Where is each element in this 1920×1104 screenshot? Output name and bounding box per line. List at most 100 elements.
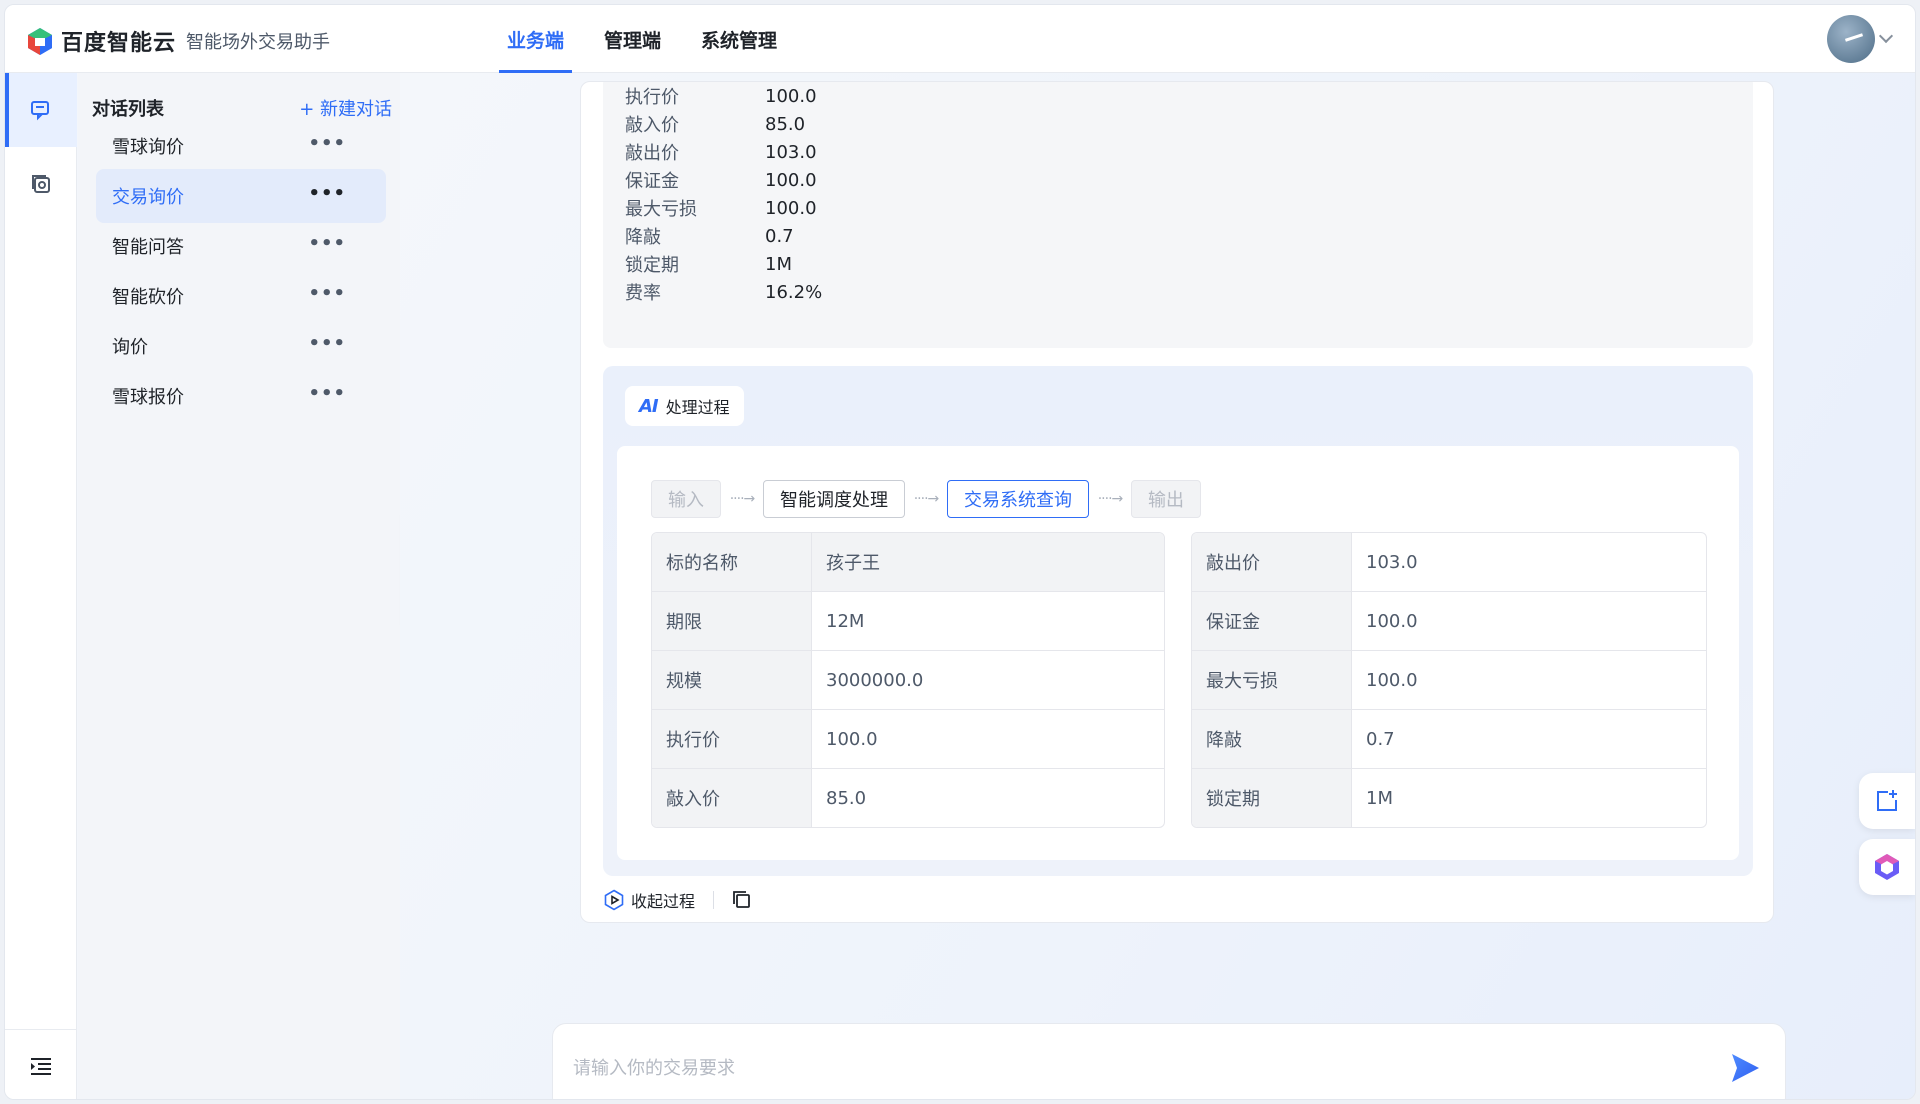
- table-value: 103.0: [1366, 551, 1418, 573]
- hexagon-logo-icon: [1875, 854, 1899, 880]
- param-key: 锁定期: [625, 255, 679, 276]
- process-panel: AI 处理过程 输入 ····→ 智能调度处理 ····→ 交易系统查询 ···…: [603, 366, 1753, 876]
- table-row: 敲入价 85.0: [652, 769, 1164, 827]
- conversation-item[interactable]: 智能砍价 •••: [96, 269, 386, 323]
- table-value: 85.0: [826, 787, 867, 809]
- table-row: 锁定期 1M: [1192, 769, 1706, 827]
- conversation-list-header: 对话列表 + 新建对话: [92, 95, 392, 121]
- more-icon[interactable]: •••: [308, 133, 346, 154]
- param-row: 锁定期 1M: [625, 250, 1753, 278]
- assistant-launcher-button[interactable]: [1859, 839, 1915, 895]
- param-row: 最大亏损 100.0: [625, 194, 1753, 222]
- copy-icon[interactable]: [732, 890, 752, 910]
- param-value: 16.2%: [765, 281, 823, 303]
- message-actions: 收起过程: [603, 888, 752, 912]
- table-value: 100.0: [1366, 610, 1418, 632]
- conversation-item[interactable]: 雪球报价 •••: [96, 369, 386, 423]
- rail-menu-toggle[interactable]: [5, 1029, 77, 1099]
- conversation-item[interactable]: 询价 •••: [96, 319, 386, 373]
- more-icon[interactable]: •••: [308, 333, 346, 354]
- table-key: 降敲: [1192, 710, 1352, 768]
- conversation-item-label: 雪球报价: [112, 387, 184, 408]
- table-value: 0.7: [1366, 728, 1395, 750]
- step-input[interactable]: 输入: [651, 480, 721, 518]
- chat-icon: [31, 101, 49, 121]
- param-value: 100.0: [765, 197, 817, 219]
- baidu-cloud-logo-icon: [28, 28, 52, 55]
- dotted-arrow-icon: ····→: [729, 491, 756, 507]
- chat-main: 执行价 100.0 敲入价 85.0 敲出价 103.0 保证金 100.0 最大亏损 1…: [400, 73, 1915, 1099]
- rail-history[interactable]: [5, 147, 77, 221]
- table-value: 3000000.0: [826, 669, 924, 691]
- chevron-down-icon[interactable]: [1878, 28, 1894, 44]
- param-row: 费率 16.2%: [625, 278, 1753, 306]
- table-key: 敲出价: [1192, 533, 1352, 591]
- step-dispatch[interactable]: 智能调度处理: [763, 480, 905, 518]
- message-input[interactable]: [573, 1048, 1693, 1088]
- more-icon[interactable]: •••: [308, 183, 346, 204]
- param-key: 费率: [625, 283, 661, 304]
- table-row: 敲出价 103.0: [1192, 533, 1706, 592]
- conversation-item-label: 雪球询价: [112, 137, 184, 158]
- conversation-item[interactable]: 智能问答 •••: [96, 219, 386, 273]
- more-icon[interactable]: •••: [308, 283, 346, 304]
- param-key: 最大亏损: [625, 199, 697, 220]
- table-value: 孩子王: [812, 533, 1164, 591]
- step-output[interactable]: 输出: [1131, 480, 1201, 518]
- logo[interactable]: 百度智能云 智能场外交易助手: [25, 25, 330, 57]
- param-value: 100.0: [765, 85, 817, 107]
- table-key: 规模: [652, 651, 812, 709]
- brand-name: 百度智能云: [61, 31, 177, 56]
- param-value: 100.0: [765, 169, 817, 191]
- param-key: 保证金: [625, 171, 679, 192]
- table-row: 降敲 0.7: [1192, 710, 1706, 769]
- process-detail: 输入 ····→ 智能调度处理 ····→ 交易系统查询 ····→ 输出 标的…: [617, 446, 1739, 860]
- more-icon[interactable]: •••: [308, 233, 346, 254]
- play-hexagon-icon: [604, 889, 624, 911]
- table-row: 期限 12M: [652, 592, 1164, 651]
- new-window-button[interactable]: [1859, 773, 1915, 829]
- tab-system-admin[interactable]: 系统管理: [693, 5, 785, 73]
- result-table-right: 敲出价 103.0 保证金 100.0 最大亏损 100.0 降敲 0.7 锁定期 1M: [1191, 532, 1707, 828]
- param-key: 敲入价: [625, 115, 679, 136]
- table-value: 12M: [826, 610, 865, 632]
- table-key: 期限: [652, 592, 812, 650]
- param-row: 执行价 100.0: [625, 82, 1753, 110]
- app-window: 百度智能云 智能场外交易助手 业务端 管理端 系统管理 对话列表 + 新建对话 …: [4, 4, 1916, 1100]
- param-key: 执行价: [625, 87, 679, 108]
- step-trade-query[interactable]: 交易系统查询: [947, 480, 1089, 518]
- tab-business[interactable]: 业务端: [499, 5, 573, 73]
- parameter-summary: 执行价 100.0 敲入价 85.0 敲出价 103.0 保证金 100.0 最大亏损 1…: [603, 82, 1753, 348]
- process-badge: AI 处理过程: [625, 386, 744, 426]
- product-name: 智能场外交易助手: [186, 32, 331, 53]
- param-value: 103.0: [765, 141, 817, 163]
- avatar[interactable]: [1827, 15, 1875, 63]
- collapse-process-label: 收起过程: [631, 892, 696, 911]
- param-row: 敲入价 85.0: [625, 110, 1753, 138]
- menu-indent-icon: [31, 1057, 51, 1075]
- table-value: 1M: [1366, 787, 1393, 809]
- collapse-process-button[interactable]: 收起过程: [603, 888, 695, 912]
- param-row: 敲出价 103.0: [625, 138, 1753, 166]
- conversation-item-active[interactable]: 交易询价 •••: [96, 169, 386, 223]
- left-rail: [5, 73, 77, 1099]
- new-chat-button[interactable]: + 新建对话: [299, 95, 392, 121]
- param-row: 降敲 0.7: [625, 222, 1753, 250]
- table-key: 锁定期: [1192, 769, 1352, 827]
- table-key: 标的名称: [652, 533, 812, 591]
- param-row: 保证金 100.0: [625, 166, 1753, 194]
- table-key: 执行价: [652, 710, 812, 768]
- user-menu[interactable]: [1827, 15, 1894, 63]
- table-row: 规模 3000000.0: [652, 651, 1164, 710]
- tab-management[interactable]: 管理端: [596, 5, 669, 73]
- table-key: 最大亏损: [1192, 651, 1352, 709]
- table-key: 保证金: [1192, 592, 1352, 650]
- send-icon[interactable]: [1729, 1052, 1761, 1084]
- rail-chat[interactable]: [5, 73, 77, 147]
- process-steps: 输入 ····→ 智能调度处理 ····→ 交易系统查询 ····→ 输出: [651, 480, 1201, 518]
- param-key: 敲出价: [625, 143, 679, 164]
- conversation-list-title: 对话列表: [92, 99, 164, 120]
- conversation-item[interactable]: 雪球询价 •••: [96, 119, 386, 173]
- more-icon[interactable]: •••: [308, 383, 346, 404]
- ai-icon: AI: [639, 395, 659, 417]
